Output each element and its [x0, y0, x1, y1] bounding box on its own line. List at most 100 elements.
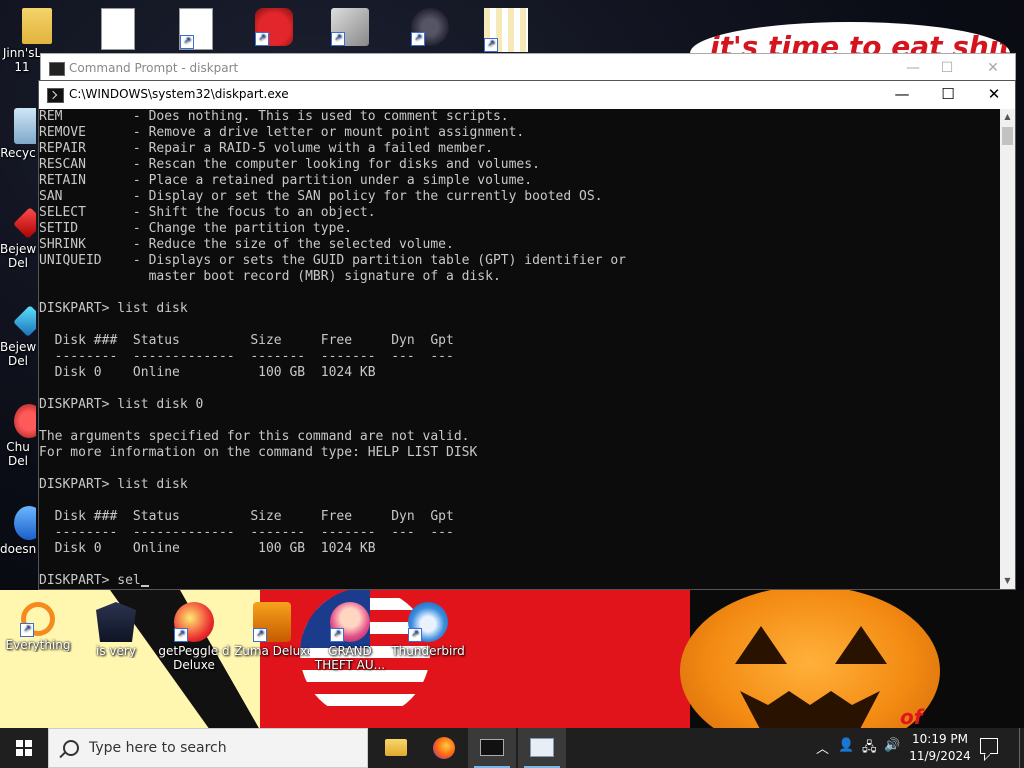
close-button[interactable]: ✕: [971, 81, 1017, 109]
desktop-icon-label: Everything: [5, 638, 71, 652]
start-button[interactable]: [0, 728, 48, 768]
shortcut-arrow-icon: ↗: [331, 32, 345, 46]
desktop-icon-recycle-bin[interactable]: Recyc: [0, 108, 36, 160]
scroll-up-arrow-icon[interactable]: ▲: [1000, 109, 1015, 125]
desktop-icon-doesn[interactable]: doesn: [0, 506, 36, 556]
game-character-icon: ↗: [411, 8, 449, 46]
vertical-scrollbar[interactable]: ▲ ▼: [1000, 109, 1015, 589]
diskpart-window[interactable]: C:\WINDOWS\system32\diskpart.exe — ☐ ✕ R…: [38, 80, 1016, 590]
console-output[interactable]: REM - Does nothing. This is used to comm…: [39, 109, 1001, 589]
recycle-bin-icon: [14, 108, 36, 144]
desktop-icon-label: GRAND: [328, 644, 372, 658]
desktop-icon-document-1[interactable]: [80, 8, 156, 52]
background-maximize-button[interactable]: ☐: [927, 57, 967, 81]
gem-icon: [13, 305, 36, 337]
search-placeholder: Type here to search: [89, 740, 227, 756]
document-icon: ↗: [179, 8, 213, 50]
desktop-icon-gta[interactable]: ↗ GRAND THEFT AU...: [312, 602, 388, 672]
firefox-icon: [433, 737, 455, 759]
notification-center-icon[interactable]: [980, 738, 998, 754]
search-icon: [63, 740, 79, 756]
taskbar: Type here to search ︿ 👤 🖧 🔊 10:19 PM 11/…: [0, 728, 1024, 768]
maximize-button[interactable]: ☐: [925, 81, 971, 109]
desktop-icon-label: Deluxe: [173, 658, 215, 672]
show-hidden-icons-chevron-up-icon[interactable]: ︿: [816, 738, 829, 757]
desktop-icon-label: Zuma Deluxe: [234, 644, 310, 658]
shortcut-arrow-icon: ↗: [408, 628, 422, 642]
desktop-icon-peggle[interactable]: ↗ getPeggle d Deluxe: [156, 602, 232, 672]
angry-birds-icon: ↗: [255, 8, 293, 46]
desktop-icon-zuma[interactable]: ↗ Zuma Deluxe: [234, 602, 310, 658]
shortcut-arrow-icon: ↗: [484, 38, 498, 52]
wallpaper-text-of: of: [900, 705, 923, 728]
clock-time: 10:19 PM: [912, 732, 968, 746]
command-prompt-icon: [49, 62, 65, 76]
desktop-icon-label: Recyc: [0, 146, 36, 160]
command-prompt-icon: [480, 739, 504, 756]
taskbar-search-box[interactable]: Type here to search: [48, 728, 368, 768]
zuma-icon: ↗: [253, 602, 291, 642]
anime-character-icon: ↗: [330, 602, 370, 642]
minimize-button[interactable]: —: [879, 81, 925, 109]
desktop-icon-game-character[interactable]: ↗: [392, 8, 468, 48]
everything-search-icon: ↗: [20, 602, 55, 637]
window-title-bar[interactable]: C:\WINDOWS\system32\diskpart.exe — ☐ ✕: [39, 81, 1015, 109]
desktop-icon-chuzzle[interactable]: Chu Del: [0, 404, 36, 468]
window-title: C:\WINDOWS\system32\diskpart.exe: [69, 87, 289, 101]
desktop-icon-everything[interactable]: ↗ Everything: [0, 602, 76, 652]
desktop-icon-label: Del: [8, 354, 28, 368]
background-command-prompt-window[interactable]: Command Prompt - diskpart — ☐ ✕: [40, 53, 1016, 83]
desktop-icon-windows-stack[interactable]: ↗: [312, 8, 388, 48]
desktop-icon-label: Bejew: [0, 340, 36, 354]
clock-date: 11/9/2024: [909, 749, 971, 763]
thunderbird-icon: ↗: [408, 602, 448, 642]
peggle-icon: ↗: [174, 602, 214, 642]
desktop-icon-label: Jinn'sL: [2, 46, 42, 60]
folder-icon: [22, 8, 52, 44]
scrollbar-thumb[interactable]: [1002, 127, 1013, 145]
chuzzle-icon: [14, 404, 36, 438]
command-prompt-icon: [47, 88, 64, 103]
desktop-icon-label: 11: [14, 60, 30, 74]
desktop-icon-label: Chu: [6, 440, 30, 454]
shortcut-arrow-icon: ↗: [411, 32, 425, 46]
desktop-icon-bejeweled-1[interactable]: Bejew Del: [0, 206, 36, 270]
shortcut-arrow-icon: ↗: [330, 628, 344, 642]
taskbar-diskpart[interactable]: [518, 728, 566, 768]
taskbar-clock[interactable]: 10:19 PM 11/9/2024: [905, 731, 975, 765]
desktop-icon-bejeweled-2[interactable]: Bejew Del: [0, 304, 36, 368]
background-close-button[interactable]: ✕: [973, 57, 1013, 81]
desktop-icon-label: is very: [96, 644, 136, 658]
console-text: REM - Does nothing. This is used to comm…: [39, 109, 626, 588]
taskbar-firefox[interactable]: [420, 728, 468, 768]
blue-app-icon: [14, 506, 36, 540]
desktop-icon-document-2[interactable]: ↗: [158, 8, 234, 52]
shortcut-arrow-icon: ↗: [255, 32, 269, 46]
desktop-icon-folder[interactable]: Jinn'sL 11: [0, 8, 52, 74]
folder-icon: [385, 739, 407, 756]
window-app-icon: [530, 738, 554, 757]
taskbar-command-prompt[interactable]: [468, 728, 516, 768]
text-cursor: [140, 585, 149, 587]
taskbar-file-explorer[interactable]: [372, 728, 420, 768]
desktop-icon-pixel-art[interactable]: ↗: [468, 8, 544, 54]
shortcut-arrow-icon: ↗: [180, 35, 194, 49]
shortcut-arrow-icon: ↗: [253, 628, 267, 642]
scroll-down-arrow-icon[interactable]: ▼: [1000, 573, 1015, 589]
shortcut-arrow-icon: ↗: [20, 623, 34, 637]
desktop-icon-angry-birds[interactable]: ↗: [236, 8, 312, 48]
desktop-icon-label: Del: [8, 454, 28, 468]
show-desktop-button[interactable]: [1019, 728, 1024, 768]
network-icon[interactable]: 🖧: [862, 738, 877, 760]
people-icon[interactable]: 👤: [838, 738, 854, 753]
windows-logo-icon: [16, 740, 32, 756]
desktop-icon-thunderbird[interactable]: ↗ Thunderbird: [390, 602, 466, 658]
desktop-icon-label: Thunderbird: [391, 644, 465, 658]
gem-icon: [13, 207, 36, 239]
desktop-icon-label: Del: [8, 256, 28, 270]
desktop-icon-is-very[interactable]: is very: [78, 602, 154, 658]
document-icon: [101, 8, 135, 50]
shield-logo-icon: [96, 602, 136, 642]
volume-icon[interactable]: 🔊: [884, 738, 900, 753]
stacked-windows-icon: ↗: [331, 8, 369, 46]
